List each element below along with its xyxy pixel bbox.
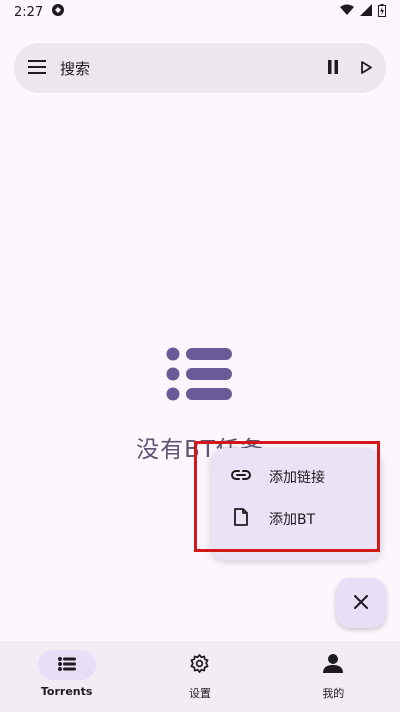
add-link-label: 添加链接: [269, 470, 325, 486]
nav-label-profile: 我的: [322, 687, 345, 700]
search-input[interactable]: 搜索: [60, 58, 90, 79]
gear-icon: [190, 653, 209, 677]
empty-list-icon: [166, 347, 234, 407]
pause-icon: [328, 59, 338, 74]
nav-label-torrents: Torrents: [40, 685, 93, 698]
signal-icon: [360, 4, 372, 20]
resume-all-button[interactable]: [361, 59, 372, 78]
nav-item-profile[interactable]: 我的: [267, 641, 400, 712]
nav-item-torrents[interactable]: Torrents: [0, 641, 133, 712]
fab-close-button[interactable]: [336, 578, 386, 628]
add-bt-button[interactable]: 添加BT: [211, 498, 381, 540]
add-link-button[interactable]: 添加链接: [211, 456, 381, 498]
nav-pill-active: [37, 650, 96, 680]
play-icon: [361, 60, 372, 74]
file-icon: [234, 508, 248, 530]
close-icon: [354, 594, 368, 613]
battery-icon: [378, 3, 386, 21]
nav-item-settings[interactable]: 设置: [133, 641, 266, 712]
nav-label-settings: 设置: [188, 687, 211, 700]
bottom-navigation: Torrents 设置 我的: [0, 641, 400, 712]
status-time: 2:27: [14, 4, 44, 20]
menu-icon[interactable]: [28, 59, 46, 78]
status-bar: 2:27: [0, 0, 400, 24]
pause-all-button[interactable]: [327, 59, 339, 78]
nav-pill: [171, 650, 229, 680]
link-icon: [231, 469, 251, 485]
search-bar[interactable]: 搜索: [14, 43, 386, 93]
add-bt-label: 添加BT: [269, 512, 316, 528]
fab-menu: 添加链接 添加BT: [211, 448, 381, 560]
wifi-icon: [340, 4, 354, 20]
list-icon: [57, 656, 76, 675]
nav-pill: [304, 650, 362, 680]
person-icon: [323, 653, 344, 677]
notification-icon: [51, 3, 65, 21]
